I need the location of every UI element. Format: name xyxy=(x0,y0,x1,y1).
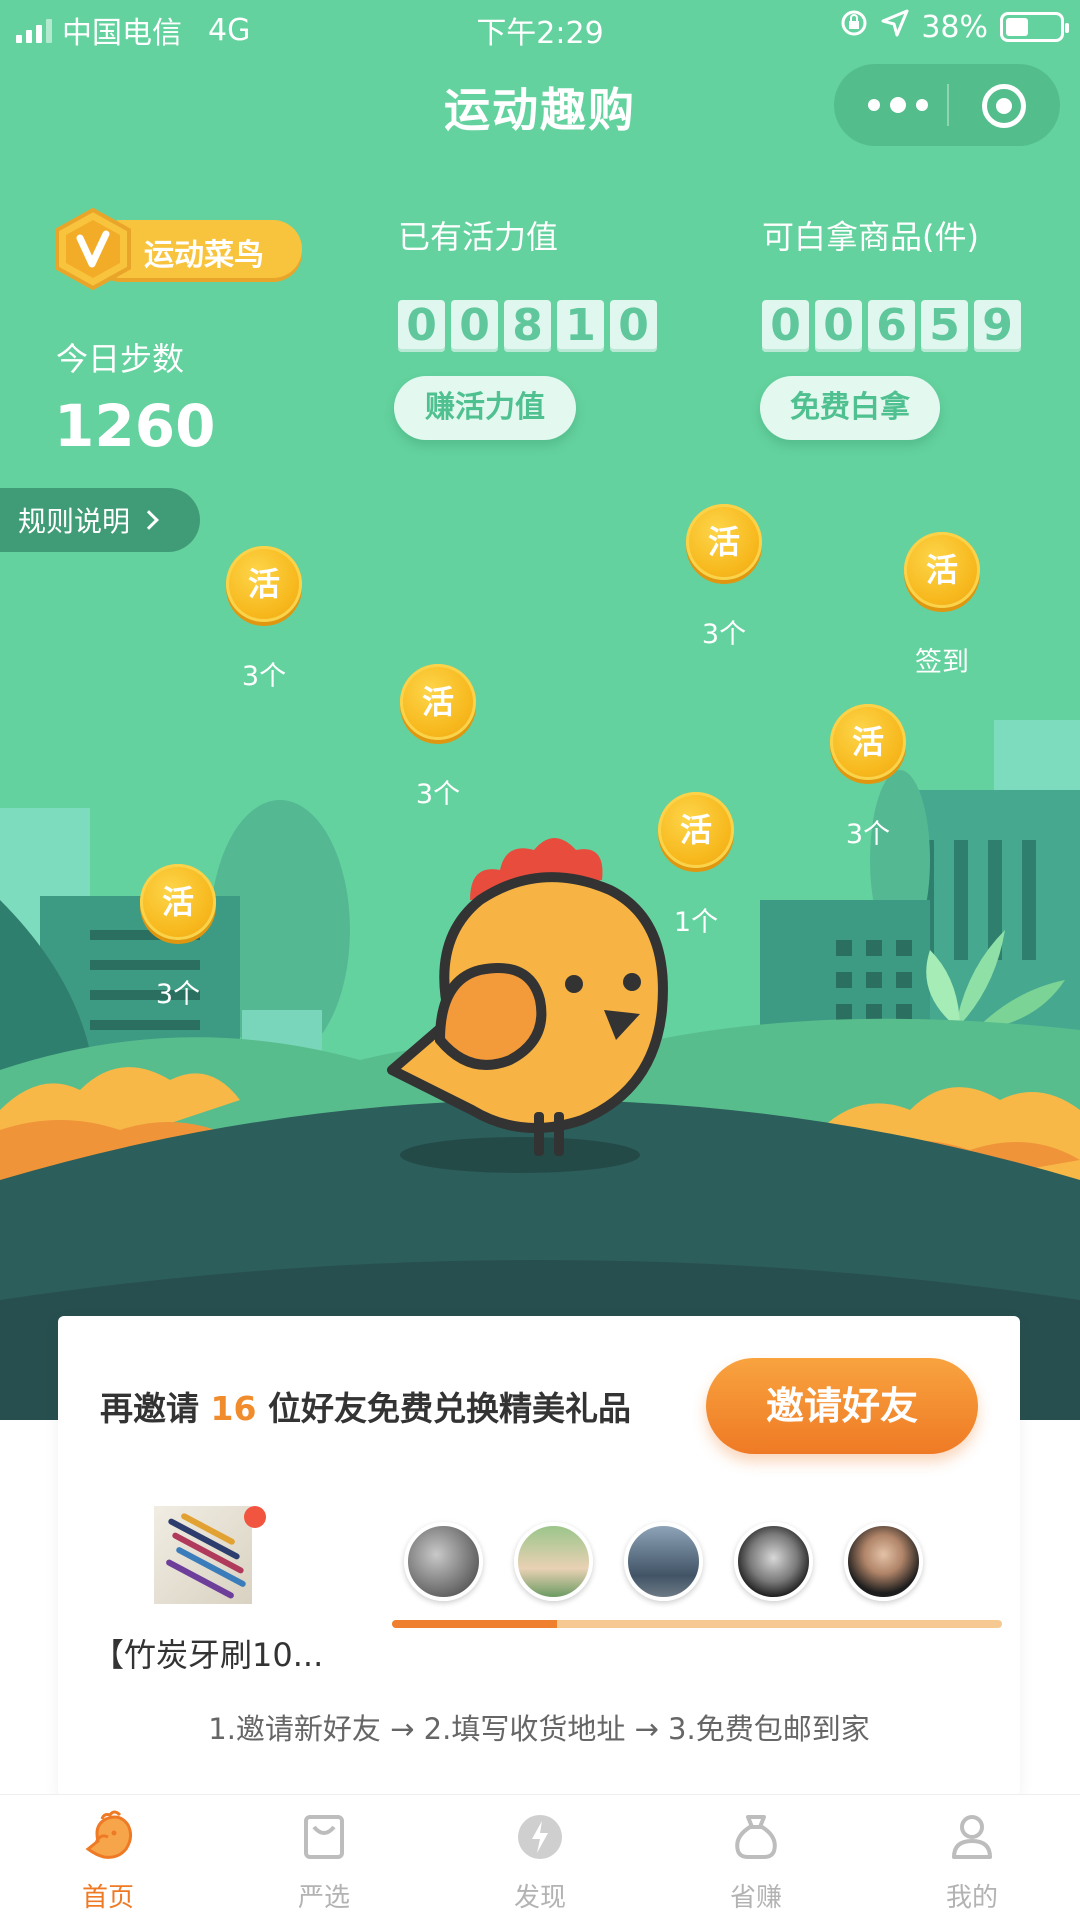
free-take-button[interactable]: 免费白拿 xyxy=(760,376,940,440)
invite-progress-fill xyxy=(392,1620,557,1628)
steps-label: 今日步数 xyxy=(56,340,185,378)
rules-button[interactable]: 规则说明 xyxy=(0,488,200,552)
rotation-lock-icon xyxy=(839,8,869,46)
coin-label: 3个 xyxy=(845,819,891,850)
vitality-coin[interactable]: 活 xyxy=(140,864,216,940)
tab-selected[interactable]: 严选 xyxy=(216,1795,432,1920)
vitality-counter: 已有活力值 0 0 8 1 0 xyxy=(398,212,657,352)
hero-section: 中国电信 4G 下午2:29 38% 运动趣购 运动菜鸟 今日步数 1260 规… xyxy=(0,0,1080,1420)
tab-home[interactable]: 首页 xyxy=(0,1795,216,1920)
digit: 0 xyxy=(398,300,445,352)
location-icon xyxy=(881,9,909,45)
invite-suffix: 位好友免费兑换精美礼品 xyxy=(267,1389,631,1428)
avatar xyxy=(514,1522,593,1601)
steps-value: 1260 xyxy=(54,392,216,460)
vitality-title: 已有活力值 xyxy=(398,218,559,256)
level-badge-label: 运动菜鸟 xyxy=(144,238,264,273)
shopping-bag-icon xyxy=(304,1815,344,1859)
rules-label: 规则说明 xyxy=(18,505,131,538)
tab-label: 我的 xyxy=(945,1883,998,1913)
invite-progress-bar xyxy=(392,1620,1002,1628)
vitality-digits: 0 0 8 1 0 xyxy=(398,300,657,352)
product-image[interactable] xyxy=(154,1506,252,1604)
digit: 9 xyxy=(974,300,1021,352)
notification-dot xyxy=(244,1506,266,1528)
avatar xyxy=(734,1522,813,1601)
free-items-digits: 0 0 6 5 9 xyxy=(762,300,1021,352)
lightning-icon xyxy=(518,1815,562,1859)
tab-discover[interactable]: 发现 xyxy=(432,1795,648,1920)
sign-in-coin[interactable]: 活 xyxy=(904,532,980,608)
free-items-title: 可白拿商品(件) xyxy=(762,218,979,256)
user-icon xyxy=(952,1815,992,1859)
digit: 1 xyxy=(557,300,604,352)
level-badge: 运动菜鸟 xyxy=(52,208,302,290)
digit: 0 xyxy=(610,300,657,352)
digit: 0 xyxy=(815,300,862,352)
digit: 5 xyxy=(921,300,968,352)
coin-label: 3个 xyxy=(415,779,461,810)
mini-program-capsule xyxy=(834,64,1060,146)
coin-label: 签到 xyxy=(915,647,969,678)
chick-home-icon xyxy=(85,1810,133,1859)
tab-label: 省赚 xyxy=(729,1883,782,1913)
avatar xyxy=(624,1522,703,1601)
money-bag-icon xyxy=(735,1815,777,1859)
digit: 0 xyxy=(451,300,498,352)
coin-label: 1个 xyxy=(673,907,719,938)
battery-icon xyxy=(1000,12,1069,42)
vitality-coin[interactable]: 活 xyxy=(830,704,906,780)
invite-steps: 1.邀请新好友 → 2.填写收货地址 → 3.免费包邮到家 xyxy=(208,1712,870,1746)
avatar xyxy=(404,1522,483,1601)
status-bar: 中国电信 4G 下午2:29 38% xyxy=(0,0,1080,56)
invited-friends xyxy=(404,1522,923,1601)
tab-label: 发现 xyxy=(513,1883,566,1913)
vitality-coin[interactable]: 活 xyxy=(686,504,762,580)
invite-prefix: 再邀请 xyxy=(100,1389,199,1428)
coin-label: 3个 xyxy=(701,619,747,650)
v-hexagon-icon xyxy=(55,208,131,290)
invite-count: 16 xyxy=(210,1389,257,1428)
chevron-right-icon xyxy=(139,510,159,530)
tab-bar: 首页 严选 发现 省赚 我的 xyxy=(0,1794,1080,1920)
avatar xyxy=(844,1522,923,1601)
coin-label: 3个 xyxy=(241,661,287,692)
vitality-coin[interactable]: 活 xyxy=(226,546,302,622)
invite-friends-button[interactable]: 邀请好友 xyxy=(706,1358,978,1454)
tab-label: 首页 xyxy=(81,1883,134,1913)
tab-mine[interactable]: 我的 xyxy=(864,1795,1080,1920)
digit: 6 xyxy=(868,300,915,352)
battery-percent: 38% xyxy=(921,9,988,45)
tab-save-earn[interactable]: 省赚 xyxy=(648,1795,864,1920)
digit: 8 xyxy=(504,300,551,352)
digit: 0 xyxy=(762,300,809,352)
more-dots-icon[interactable] xyxy=(868,90,928,120)
earn-vitality-button[interactable]: 赚活力值 xyxy=(394,376,576,440)
vitality-coin[interactable]: 活 xyxy=(400,664,476,740)
invite-text: 再邀请 16 位好友免费兑换精美礼品 xyxy=(100,1382,631,1430)
free-items-counter: 可白拿商品(件) 0 0 6 5 9 xyxy=(762,212,1021,352)
coin-label: 3个 xyxy=(155,979,201,1010)
tab-label: 严选 xyxy=(297,1883,350,1913)
vitality-coin[interactable]: 活 xyxy=(658,792,734,868)
product-name: 【竹炭牙刷10... xyxy=(92,1636,324,1674)
invite-card: 再邀请 16 位好友免费兑换精美礼品 邀请好友 【竹炭牙刷10... 1.邀请新… xyxy=(58,1316,1020,1796)
target-icon[interactable] xyxy=(982,84,1026,128)
